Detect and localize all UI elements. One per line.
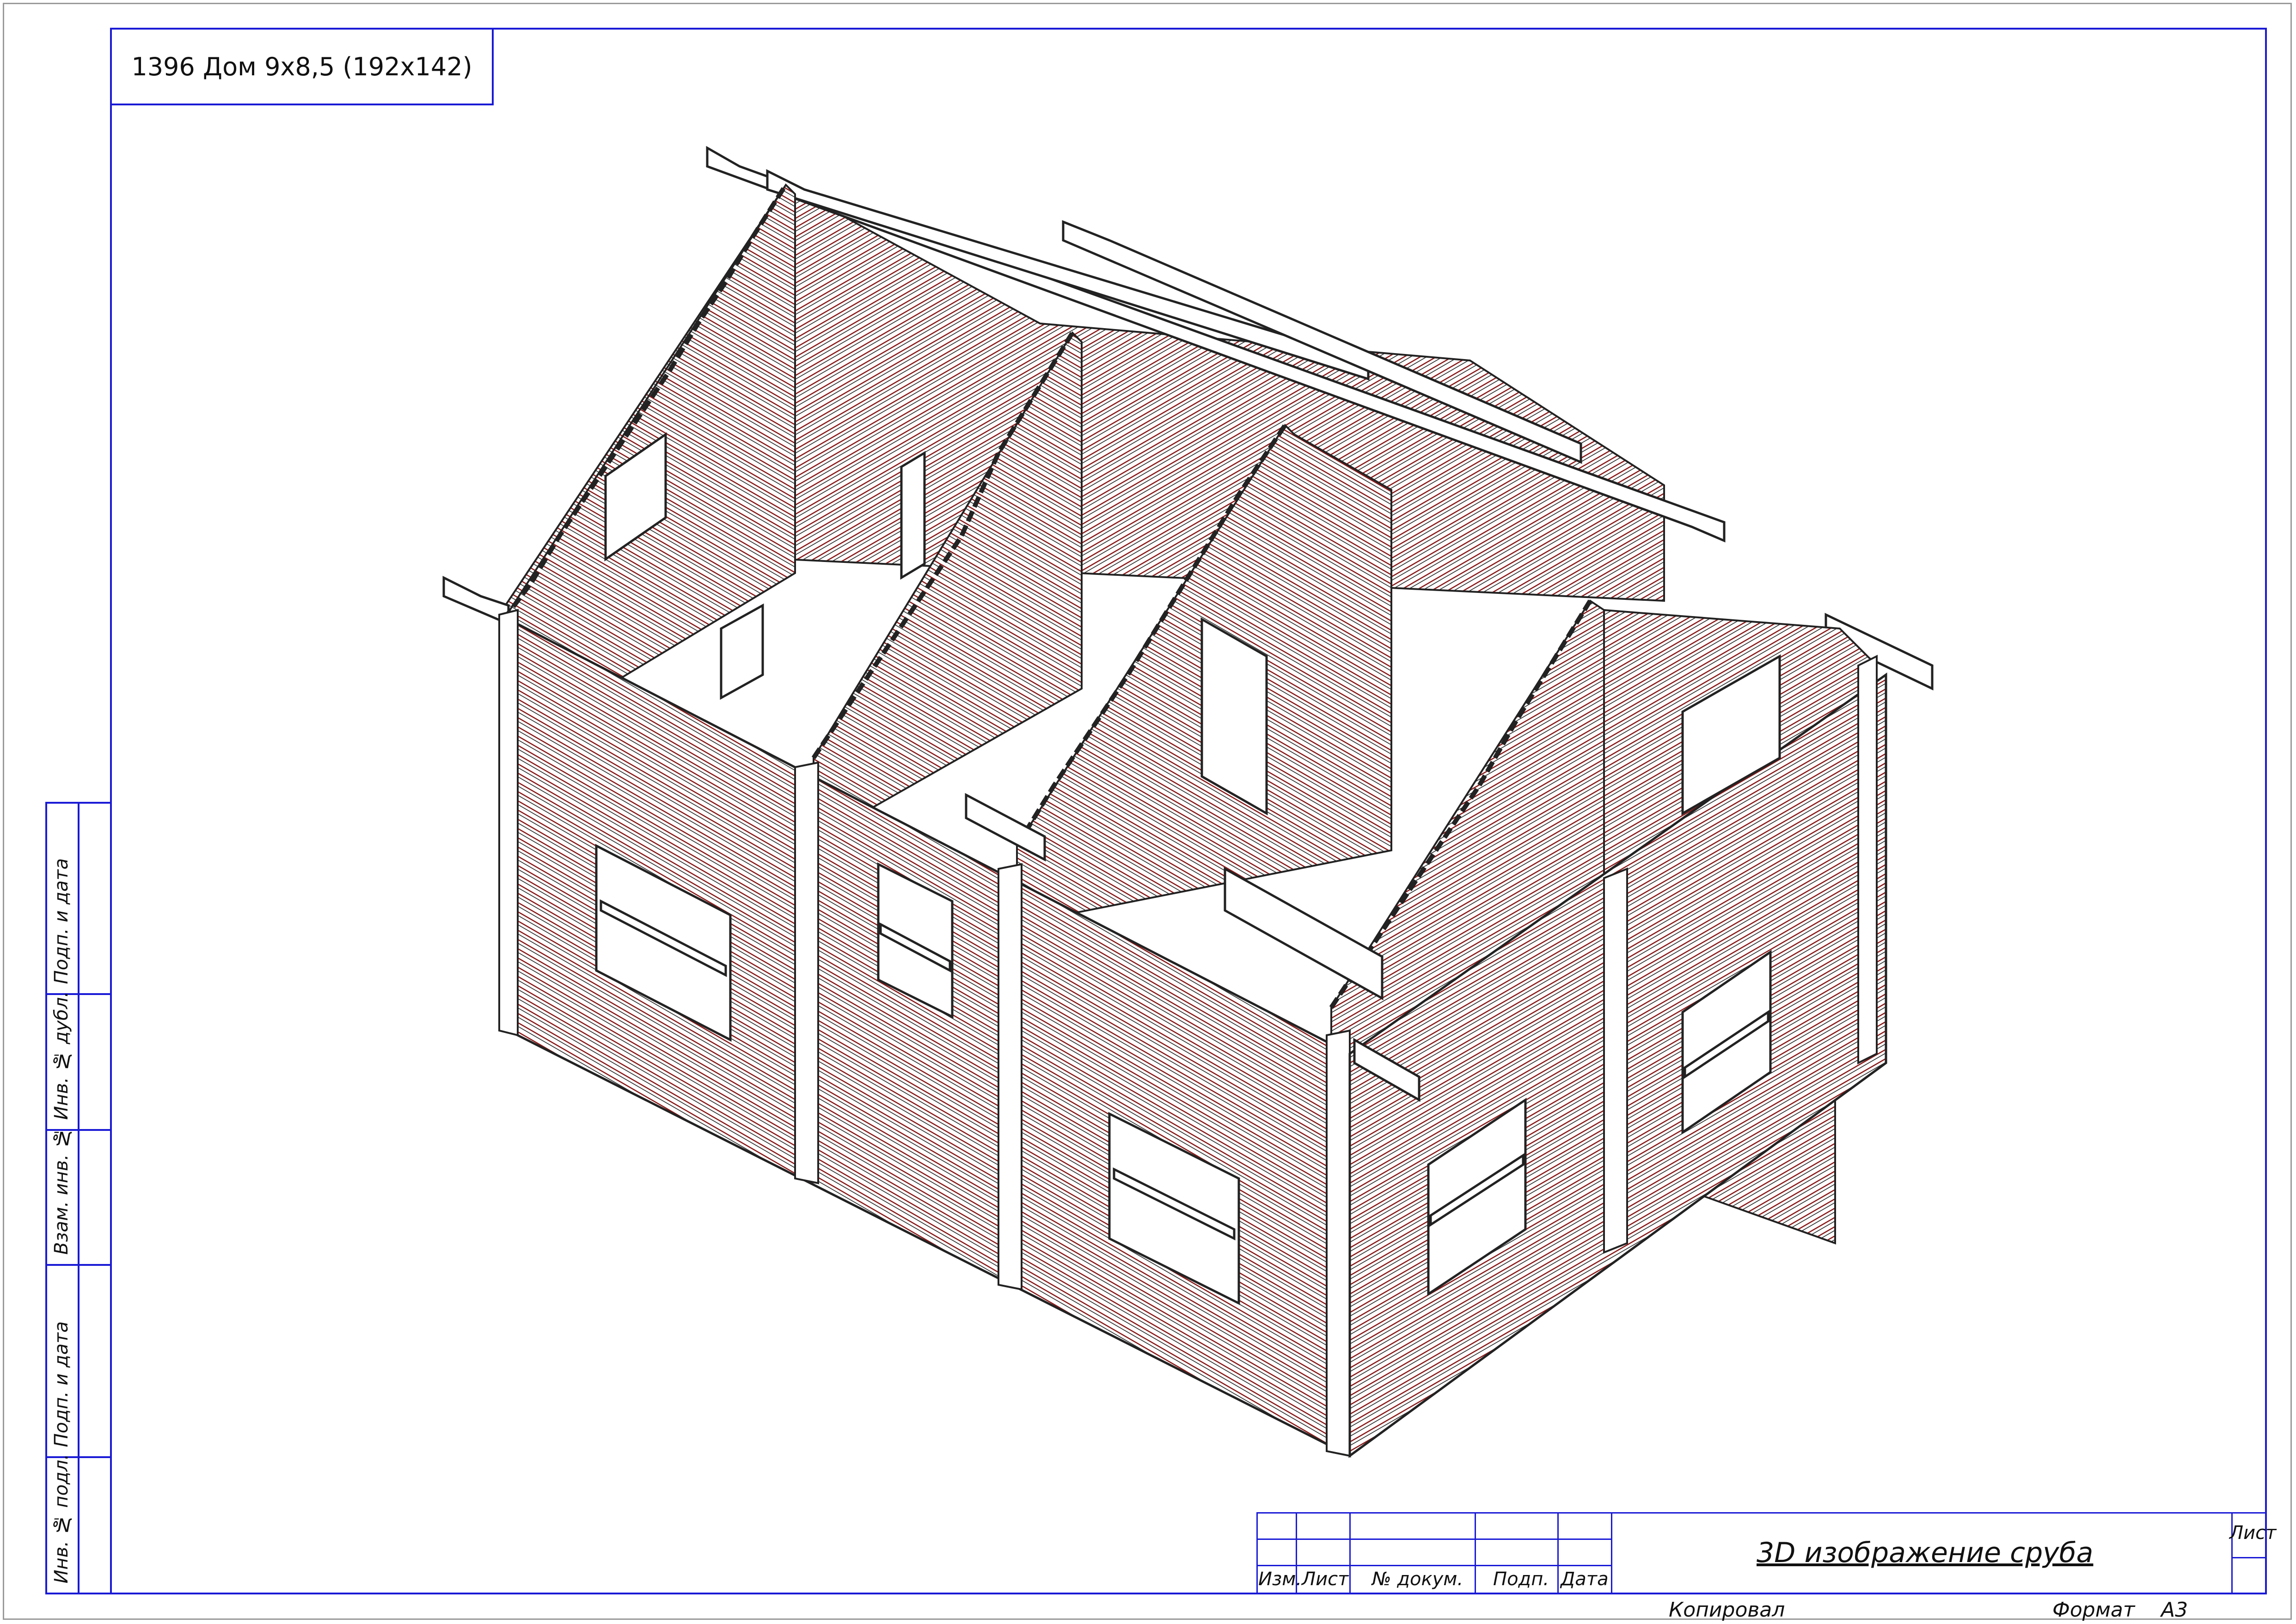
- sheet-label: Лист: [2229, 1522, 2277, 1544]
- tb-grid-cell: [1349, 1512, 1476, 1540]
- tb-grid-cell: [1296, 1512, 1351, 1540]
- tb-grid-cell: [1475, 1512, 1559, 1540]
- format-label: Формат: [2052, 1598, 2135, 1622]
- tb-sheet-number-cell: [2231, 1557, 2267, 1594]
- col-doc-number: № докум.: [1372, 1569, 1463, 1590]
- document-title: 3D изображение сруба: [1757, 1537, 2094, 1569]
- tb-grid-cell: [1557, 1539, 1612, 1566]
- col-date: Дата: [1561, 1569, 1609, 1590]
- col-signature: Подп.: [1493, 1569, 1549, 1590]
- format-value: А3: [2161, 1598, 2188, 1622]
- tb-grid-cell: [1256, 1512, 1297, 1540]
- log-house-3d-drawing: [442, 146, 1934, 1458]
- col-change: Изм.: [1258, 1569, 1302, 1590]
- copied-by-label: Копировал: [1669, 1598, 1785, 1622]
- tb-grid-cell: [1349, 1539, 1476, 1566]
- tb-grid-cell: [1557, 1512, 1612, 1540]
- col-sheet: Лист: [1302, 1569, 1349, 1590]
- tb-grid-cell: [1256, 1539, 1297, 1566]
- tb-grid-cell: [1296, 1539, 1351, 1566]
- tb-grid-cell: [1475, 1539, 1559, 1566]
